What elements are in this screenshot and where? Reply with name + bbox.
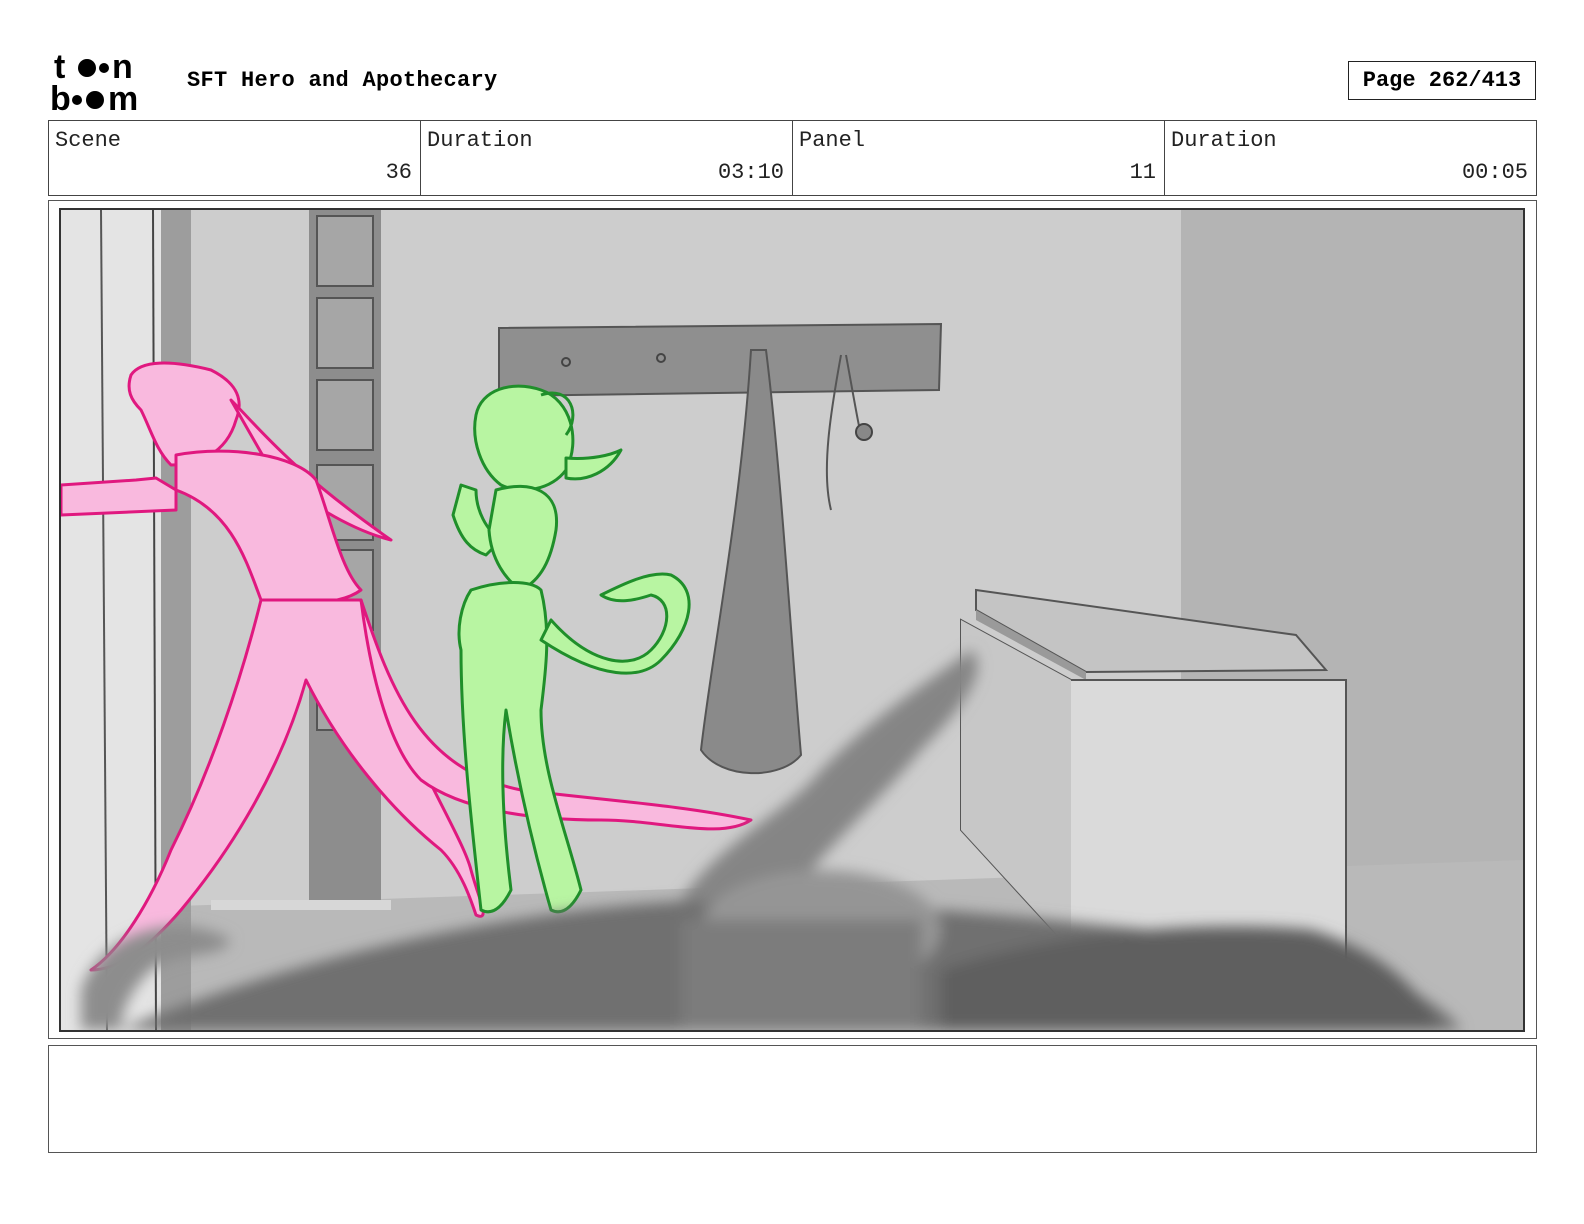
panel-label: Panel [799,128,866,153]
panel-drawing [61,210,1523,1030]
storyboard-panel-image [59,208,1525,1032]
panel-notes-box [48,1045,1537,1153]
scene-label: Scene [55,128,122,153]
panel-duration-value: 00:05 [1461,160,1528,185]
scene-duration-cell: Duration 03:10 [420,121,792,195]
scene-value: 36 [385,160,412,185]
panel-duration-cell: Duration 00:05 [1164,121,1536,195]
scene-info-table: Scene 36 Duration 03:10 Panel 11 Duratio… [48,120,1537,196]
project-title: SFT Hero and Apothecary [187,68,498,93]
svg-text:m: m [108,80,138,114]
page-number: Page 262/413 [1348,61,1536,100]
panel-cell: Panel 11 [792,121,1164,195]
toon-boom-logo: t n b m [50,48,168,118]
svg-text:b: b [50,80,71,114]
scene-duration-label: Duration [427,128,533,153]
scene-duration-value: 03:10 [717,160,784,185]
panel-duration-label: Duration [1171,128,1277,153]
scene-cell: Scene 36 [49,121,420,195]
panel-value: 11 [1129,160,1156,185]
